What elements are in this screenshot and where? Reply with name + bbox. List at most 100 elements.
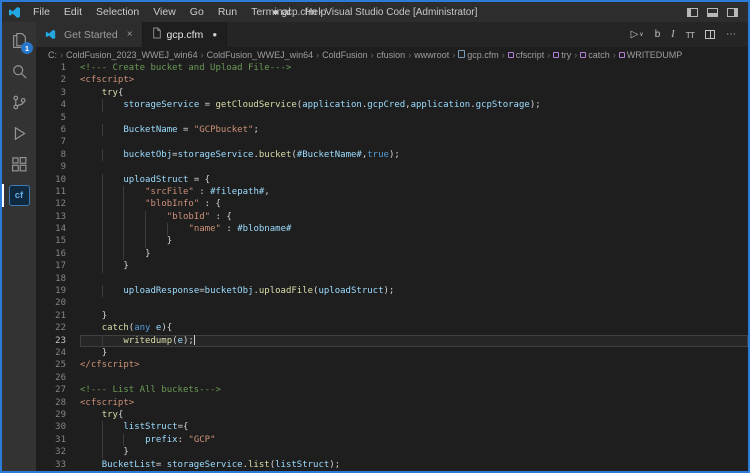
activity-explorer[interactable]: 1 — [2, 25, 36, 56]
menu-run[interactable]: Run — [211, 2, 244, 22]
code-line[interactable]: 26 — [36, 372, 748, 384]
breadcrumb-item[interactable]: ColdFusion — [322, 50, 368, 60]
menu-help[interactable]: Help — [298, 2, 334, 22]
code-line[interactable]: 1<!--- Create bucket and Upload File---> — [36, 62, 748, 74]
line-number[interactable]: 7 — [36, 136, 80, 148]
code-line[interactable]: 28<cfscript> — [36, 397, 748, 409]
code-line[interactable]: 2<cfscript> — [36, 74, 748, 86]
code-line[interactable]: 14 "name" : #blobname# — [36, 223, 748, 235]
code-line[interactable]: 25</cfscript> — [36, 359, 748, 371]
breadcrumb-item[interactable]: C: — [48, 50, 57, 60]
code-line[interactable]: 17 } — [36, 260, 748, 272]
code-line[interactable]: 6 BucketName = "GCPbucket"; — [36, 124, 748, 136]
breadcrumb-item[interactable]: ColdFusion_2023_WWEJ_win64 — [66, 50, 198, 60]
close-icon[interactable]: × — [127, 29, 133, 40]
text-size-icon[interactable]: TT — [686, 30, 694, 40]
code-line[interactable]: 13 "blobId" : { — [36, 211, 748, 223]
line-number[interactable]: 15 — [36, 235, 80, 247]
activity-extensions[interactable] — [2, 149, 36, 180]
line-number[interactable]: 29 — [36, 409, 80, 421]
breadcrumb-item[interactable]: gcp.cfm — [458, 50, 499, 60]
line-number[interactable]: 31 — [36, 434, 80, 446]
line-number[interactable]: 30 — [36, 421, 80, 433]
line-number[interactable]: 33 — [36, 459, 80, 471]
code-line[interactable]: 15 } — [36, 235, 748, 247]
breadcrumb-item[interactable]: ColdFusion_WWEJ_win64 — [207, 50, 314, 60]
code-line[interactable]: 3 try{ — [36, 87, 748, 99]
more-actions-icon[interactable]: ⋯ — [726, 29, 736, 40]
line-number[interactable]: 16 — [36, 248, 80, 260]
menu-file[interactable]: File — [26, 2, 57, 22]
code-line[interactable]: 10 uploadStruct = { — [36, 174, 748, 186]
breadcrumb-item[interactable]: WRITEDUMP — [619, 50, 683, 60]
activity-coldfusion[interactable]: cf — [2, 180, 36, 211]
italic-icon[interactable]: I — [671, 29, 674, 40]
code-line[interactable]: 4 storageService = getCloudService(appli… — [36, 99, 748, 111]
line-number[interactable]: 22 — [36, 322, 80, 334]
breadcrumb-item[interactable]: wwwroot — [414, 50, 449, 60]
line-number[interactable]: 20 — [36, 297, 80, 309]
line-number[interactable]: 27 — [36, 384, 80, 396]
line-number[interactable]: 28 — [36, 397, 80, 409]
code-line[interactable]: 29 try{ — [36, 409, 748, 421]
code-line[interactable]: 31 prefix: "GCP" — [36, 434, 748, 446]
code-line[interactable]: 8 bucketObj=storageService.bucket(#Bucke… — [36, 149, 748, 161]
run-file-icon[interactable]: ▷∨ — [631, 29, 644, 40]
line-number[interactable]: 25 — [36, 359, 80, 371]
code-line[interactable]: 12 "blobInfo" : { — [36, 198, 748, 210]
line-number[interactable]: 21 — [36, 310, 80, 322]
activity-source-control[interactable] — [2, 87, 36, 118]
line-number[interactable]: 8 — [36, 149, 80, 161]
line-number[interactable]: 32 — [36, 446, 80, 458]
line-number[interactable]: 26 — [36, 372, 80, 384]
line-number[interactable]: 4 — [36, 99, 80, 111]
code-line[interactable]: 24 } — [36, 347, 748, 359]
menu-selection[interactable]: Selection — [89, 2, 146, 22]
line-number[interactable]: 12 — [36, 198, 80, 210]
line-number[interactable]: 10 — [36, 174, 80, 186]
code-line[interactable]: 7 — [36, 136, 748, 148]
code-line[interactable]: 32 } — [36, 446, 748, 458]
toggle-panel-icon[interactable] — [707, 8, 718, 17]
code-editor[interactable]: 1<!--- Create bucket and Upload File--->… — [36, 62, 748, 471]
code-line[interactable]: 27<!--- List All buckets---> — [36, 384, 748, 396]
line-number[interactable]: 11 — [36, 186, 80, 198]
line-number[interactable]: 18 — [36, 273, 80, 285]
menu-go[interactable]: Go — [183, 2, 211, 22]
tab-get-started[interactable]: Get Started × — [36, 22, 143, 47]
activity-search[interactable] — [2, 56, 36, 87]
line-number[interactable]: 1 — [36, 62, 80, 74]
toggle-primary-sidebar-icon[interactable] — [687, 8, 698, 17]
activity-run-debug[interactable] — [2, 118, 36, 149]
code-line[interactable]: 20 — [36, 297, 748, 309]
tab-gcp-cfm[interactable]: gcp.cfm ● — [143, 22, 228, 47]
code-line[interactable]: 11 "srcFile" : #filepath#, — [36, 186, 748, 198]
code-line[interactable]: 21 } — [36, 310, 748, 322]
breadcrumb-item[interactable]: cfscript — [508, 50, 545, 60]
code-line[interactable]: 22 catch(any e){ — [36, 322, 748, 334]
line-number[interactable]: 23 — [36, 335, 80, 347]
code-line[interactable]: 30 listStruct={ — [36, 421, 748, 433]
line-number[interactable]: 3 — [36, 87, 80, 99]
line-number[interactable]: 9 — [36, 161, 80, 173]
split-editor-icon[interactable] — [705, 30, 715, 39]
line-number[interactable]: 5 — [36, 112, 80, 124]
code-line[interactable]: 18 — [36, 273, 748, 285]
line-number[interactable]: 13 — [36, 211, 80, 223]
toggle-secondary-sidebar-icon[interactable] — [727, 8, 738, 17]
menu-terminal[interactable]: Terminal — [244, 2, 298, 22]
line-number[interactable]: 19 — [36, 285, 80, 297]
line-number[interactable]: 2 — [36, 74, 80, 86]
breadcrumb-item[interactable]: catch — [580, 50, 610, 60]
code-line[interactable]: 33 BucketList= storageService.list(listS… — [36, 459, 748, 471]
code-line[interactable]: 5 — [36, 112, 748, 124]
line-number[interactable]: 24 — [36, 347, 80, 359]
code-line[interactable]: 16 } — [36, 248, 748, 260]
code-line[interactable]: 23 writedump(e); — [36, 335, 748, 347]
line-number[interactable]: 14 — [36, 223, 80, 235]
menu-edit[interactable]: Edit — [57, 2, 89, 22]
bold-icon[interactable]: b — [655, 29, 661, 40]
code-line[interactable]: 9 — [36, 161, 748, 173]
breadcrumb-item[interactable]: cfusion — [377, 50, 406, 60]
line-number[interactable]: 6 — [36, 124, 80, 136]
